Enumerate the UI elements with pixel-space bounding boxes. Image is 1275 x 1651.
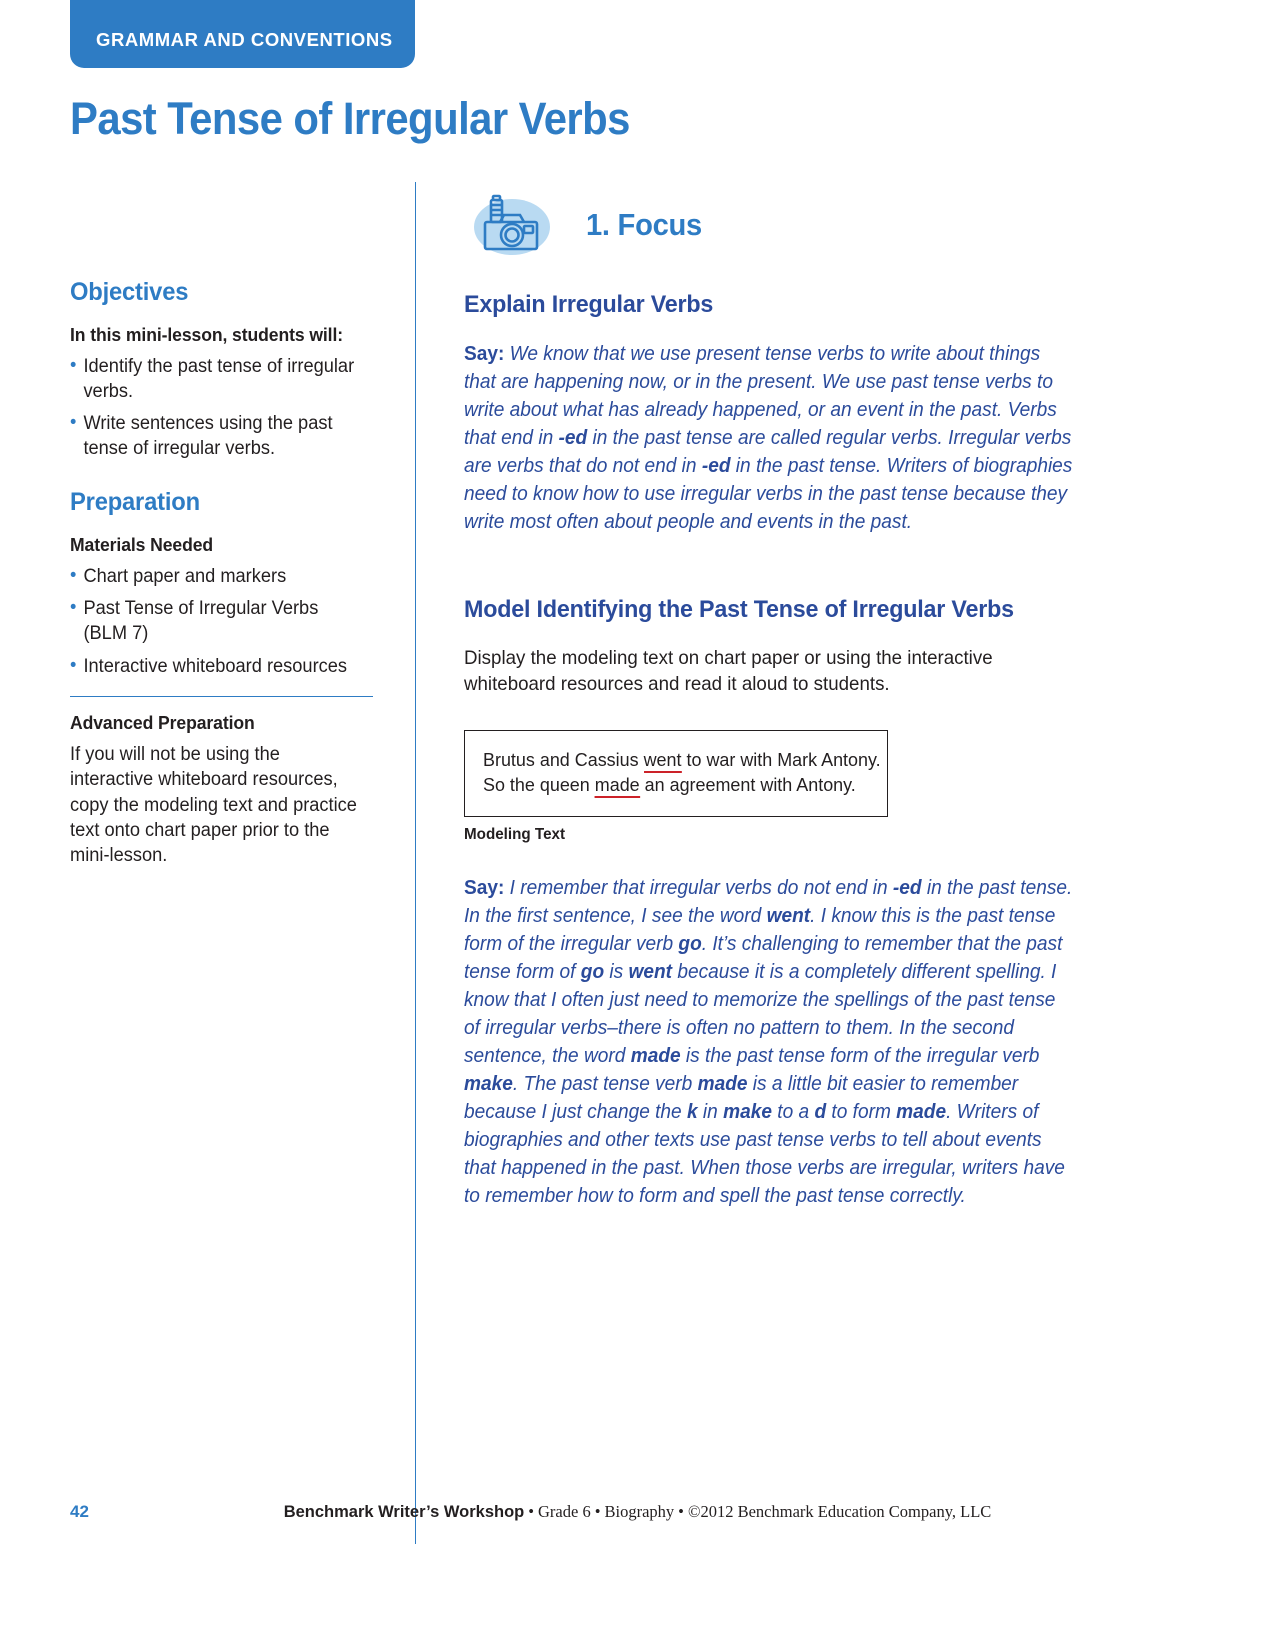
say-label: Say:: [464, 876, 505, 899]
objectives-lead: In this mini-lesson, students will:: [70, 324, 344, 345]
model-instruction: Display the modeling text on chart paper…: [464, 647, 993, 696]
footer-separator: •: [528, 1502, 535, 1521]
model-heading: Model Identifying the Past Tense of Irre…: [464, 596, 1014, 623]
list-item: Interactive whiteboard resources: [70, 653, 364, 679]
list-item: Identify the past tense of irregular ver…: [70, 353, 364, 404]
advanced-preparation-heading: Advanced Preparation: [70, 712, 255, 734]
explain-heading: Explain Irregular Verbs: [464, 291, 714, 318]
footer-separator: •: [594, 1502, 601, 1521]
section-title: 1. Focus: [586, 206, 702, 242]
section-header: 1. Focus: [464, 182, 1104, 267]
modeling-line: So the queen made an agreement with Anto…: [483, 773, 857, 798]
footer-credit: Benchmark Writer’s Workshop • Grade 6 • Biog…: [0, 1502, 1275, 1522]
advanced-preparation-body: If you will not be using the interactive…: [70, 744, 357, 867]
list-item: Write sentences using the past tense of …: [70, 410, 364, 461]
materials-heading: Materials Needed: [70, 534, 214, 556]
footer: 42 Benchmark Writer’s Workshop • Grade 6 • B…: [0, 1498, 1275, 1528]
explain-say-paragraph: Say: We know that we use present tense v…: [464, 340, 1075, 536]
strand-tab-label: GRAMMAR AND CONVENTIONS: [96, 29, 393, 50]
list-item: Chart paper and markers: [70, 563, 364, 589]
modeling-text-caption: Modeling Text: [464, 825, 566, 843]
footer-unit: Biography: [604, 1502, 675, 1521]
footer-grade: Grade 6: [538, 1502, 591, 1521]
main-content: 1. Focus Explain Irregular Verbs Say: We…: [464, 182, 1104, 1210]
preparation-heading: Preparation: [70, 488, 200, 517]
say-body: We know that we use present tense verbs …: [464, 343, 1073, 533]
modeling-line: Brutus and Cassius went to war with Mark…: [483, 748, 881, 773]
list-item: Past Tense of Irregular Verbs (BLM 7): [70, 595, 364, 646]
model-say-paragraph: Say: I remember that irregular verbs do …: [464, 874, 1075, 1210]
footer-copyright: ©2012 Benchmark Education Company, LLC: [687, 1502, 992, 1521]
sidebar: Objectives In this mini-lesson, students…: [70, 278, 376, 869]
page-title: Past Tense of Irregular Verbs: [70, 93, 630, 144]
column-divider: [415, 182, 416, 1544]
strand-tab: GRAMMAR AND CONVENTIONS: [70, 0, 415, 68]
say-body: I remember that irregular verbs do not e…: [464, 876, 1073, 1207]
footer-separator: •: [678, 1502, 684, 1521]
footer-brand: Benchmark Writer’s Workshop: [283, 1503, 525, 1521]
objectives-heading: Objectives: [70, 278, 189, 306]
objectives-list: Identify the past tense of irregular ver…: [70, 353, 376, 461]
materials-list: Chart paper and markers Past Tense of Ir…: [70, 563, 376, 679]
say-label: Say:: [464, 343, 505, 365]
camera-icon: [466, 190, 558, 260]
section-divider: [70, 695, 373, 698]
modeling-text-box: Brutus and Cassius went to war with Mark…: [464, 729, 888, 817]
